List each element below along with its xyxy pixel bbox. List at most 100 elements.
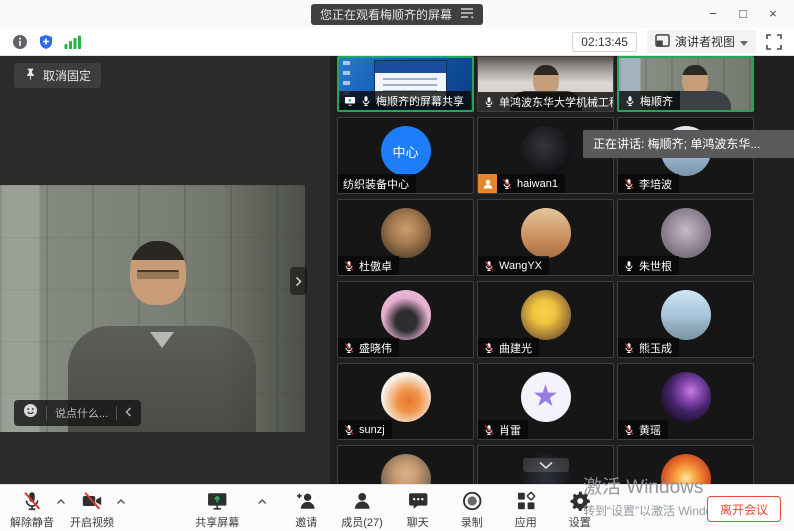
close-button[interactable]: × bbox=[758, 0, 788, 28]
pinned-video[interactable] bbox=[0, 185, 305, 432]
mic-muted-icon bbox=[483, 342, 495, 354]
screen-share-icon bbox=[206, 490, 228, 512]
participant-name: 单鸿波东华大学机械工程... bbox=[499, 94, 613, 110]
toolbar-button-label: 应用 bbox=[515, 514, 537, 530]
participant-name: 盛晓伟 bbox=[359, 340, 392, 356]
record-icon bbox=[461, 490, 483, 512]
participant-label: 黄瑶 bbox=[618, 420, 668, 439]
window-controls: − □ × bbox=[698, 0, 788, 28]
participant-tile[interactable] bbox=[617, 445, 754, 484]
mic-muted-icon bbox=[483, 424, 495, 436]
chevron-up-icon[interactable] bbox=[56, 498, 66, 505]
shield-icon[interactable] bbox=[38, 34, 54, 50]
avatar bbox=[381, 372, 431, 422]
meeting-window: 您正在观看梅顺齐的屏幕 − □ × 02:13:45 bbox=[0, 0, 794, 531]
invite-button[interactable]: 邀请 bbox=[287, 490, 325, 530]
avatar bbox=[381, 454, 431, 484]
header-status-icons bbox=[12, 34, 81, 50]
unpin-button[interactable]: 取消固定 bbox=[14, 63, 101, 88]
chat-icon bbox=[407, 490, 429, 512]
emoji-icon[interactable] bbox=[23, 403, 38, 423]
mic-muted-icon bbox=[501, 178, 513, 190]
participant-name: 杜傲卓 bbox=[359, 258, 392, 274]
chevron-up-icon[interactable] bbox=[257, 498, 267, 505]
collapse-chat-icon[interactable] bbox=[125, 404, 132, 422]
toolbar-button-label: 开启视频 bbox=[70, 514, 114, 530]
participant-label: 朱世根 bbox=[618, 256, 679, 275]
participant-tile[interactable]: 中心纺织装备中心 bbox=[337, 117, 474, 194]
toolbar-button-label: 邀请 bbox=[295, 514, 317, 530]
participant-label: 梅顺齐 bbox=[619, 91, 680, 110]
bottom-toolbar: 解除静音开启视频 共享屏幕 邀请 成员(27) 聊天 录制应用 设置 离开会议 bbox=[0, 484, 794, 531]
share-screen-button[interactable]: 共享屏幕 bbox=[195, 490, 239, 530]
avatar bbox=[661, 290, 711, 340]
divider bbox=[116, 406, 117, 420]
chevron-up-icon[interactable] bbox=[116, 498, 126, 505]
leave-meeting-button[interactable]: 离开会议 bbox=[707, 496, 781, 522]
watching-banner[interactable]: 您正在观看梅顺齐的屏幕 bbox=[311, 4, 483, 25]
record-button[interactable]: 录制 bbox=[453, 490, 491, 530]
chat-button[interactable]: 聊天 bbox=[399, 490, 437, 530]
participant-tile[interactable] bbox=[477, 445, 614, 484]
participant-tile[interactable]: 熊玉成 bbox=[617, 281, 754, 358]
info-icon[interactable] bbox=[12, 34, 28, 50]
unmute-button[interactable]: 解除静音 bbox=[10, 490, 54, 530]
mic-on-icon bbox=[624, 95, 636, 107]
participant-label: 肖雷 bbox=[478, 420, 528, 439]
watching-banner-text: 您正在观看梅顺齐的屏幕 bbox=[320, 6, 452, 23]
participant-name: haiwan1 bbox=[517, 178, 558, 190]
toolbar-button-label: 解除静音 bbox=[10, 514, 54, 530]
stage: 取消固定 说点什么... 梅顺齐的屏幕共享 单鸿波东华大学机械工程... 梅顺齐中心… bbox=[0, 56, 794, 484]
participant-tile[interactable]: 肖雷 bbox=[477, 363, 614, 440]
screen-share-icon bbox=[344, 95, 356, 107]
participant-tile[interactable]: 单鸿波东华大学机械工程... bbox=[477, 56, 614, 112]
participant-tile[interactable]: 曲建光 bbox=[477, 281, 614, 358]
banner-menu-icon[interactable] bbox=[460, 7, 474, 22]
participant-grid: 梅顺齐的屏幕共享 单鸿波东华大学机械工程... 梅顺齐中心纺织装备中心 haiwan1… bbox=[337, 56, 754, 484]
participant-label: 单鸿波东华大学机械工程... bbox=[478, 92, 613, 111]
minimize-button[interactable]: − bbox=[698, 0, 728, 28]
participant-name: 李培波 bbox=[639, 176, 672, 192]
participant-tile[interactable]: sunzj bbox=[337, 363, 474, 440]
participant-tile[interactable]: 梅顺齐 bbox=[617, 56, 754, 112]
participant-tile[interactable]: 朱世根 bbox=[617, 199, 754, 276]
person-add-icon bbox=[295, 490, 317, 512]
guest-badge-icon bbox=[478, 174, 497, 193]
camera-off-icon bbox=[81, 490, 103, 512]
toolbar-button-label: 共享屏幕 bbox=[195, 514, 239, 530]
mic-muted-icon bbox=[21, 490, 43, 512]
avatar: 中心 bbox=[381, 126, 431, 176]
participant-name: 梅顺齐 bbox=[640, 93, 673, 109]
mic-on-icon bbox=[623, 260, 635, 272]
apps-button[interactable]: 应用 bbox=[507, 490, 545, 530]
mic-muted-icon bbox=[343, 424, 355, 436]
participant-label: 梅顺齐的屏幕共享 bbox=[339, 91, 471, 110]
chat-input[interactable]: 说点什么... bbox=[55, 405, 108, 421]
view-mode-button[interactable]: 演讲者视图 bbox=[647, 30, 756, 53]
apps-icon bbox=[515, 490, 537, 512]
settings-button[interactable]: 设置 bbox=[561, 490, 599, 530]
maximize-button[interactable]: □ bbox=[728, 0, 758, 28]
participant-tile[interactable]: 盛晓伟 bbox=[337, 281, 474, 358]
participant-name: 梅顺齐的屏幕共享 bbox=[376, 93, 464, 109]
avatar bbox=[521, 372, 571, 422]
participant-name: 肖雷 bbox=[499, 422, 521, 438]
expand-arrow-button[interactable] bbox=[290, 267, 307, 295]
signal-bars-icon[interactable] bbox=[64, 35, 81, 49]
toolbar-button-label: 聊天 bbox=[407, 514, 429, 530]
participant-tile[interactable] bbox=[337, 445, 474, 484]
participant-name: WangYX bbox=[499, 260, 542, 272]
participant-tile[interactable]: WangYX bbox=[477, 199, 614, 276]
start-video-button[interactable]: 开启视频 bbox=[70, 490, 114, 530]
mic-muted-icon bbox=[343, 342, 355, 354]
members-button[interactable]: 成员(27) bbox=[341, 490, 383, 530]
participant-tile[interactable]: 杜傲卓 bbox=[337, 199, 474, 276]
grid-scroll-down-button[interactable] bbox=[523, 458, 569, 472]
avatar bbox=[661, 454, 711, 484]
participant-tile[interactable]: 黄瑶 bbox=[617, 363, 754, 440]
fullscreen-icon[interactable] bbox=[766, 34, 782, 50]
participant-label: 熊玉成 bbox=[618, 338, 679, 357]
avatar bbox=[381, 290, 431, 340]
toolbar-button-label: 成员(27) bbox=[341, 514, 383, 530]
participant-tile[interactable]: 梅顺齐的屏幕共享 bbox=[337, 56, 474, 112]
